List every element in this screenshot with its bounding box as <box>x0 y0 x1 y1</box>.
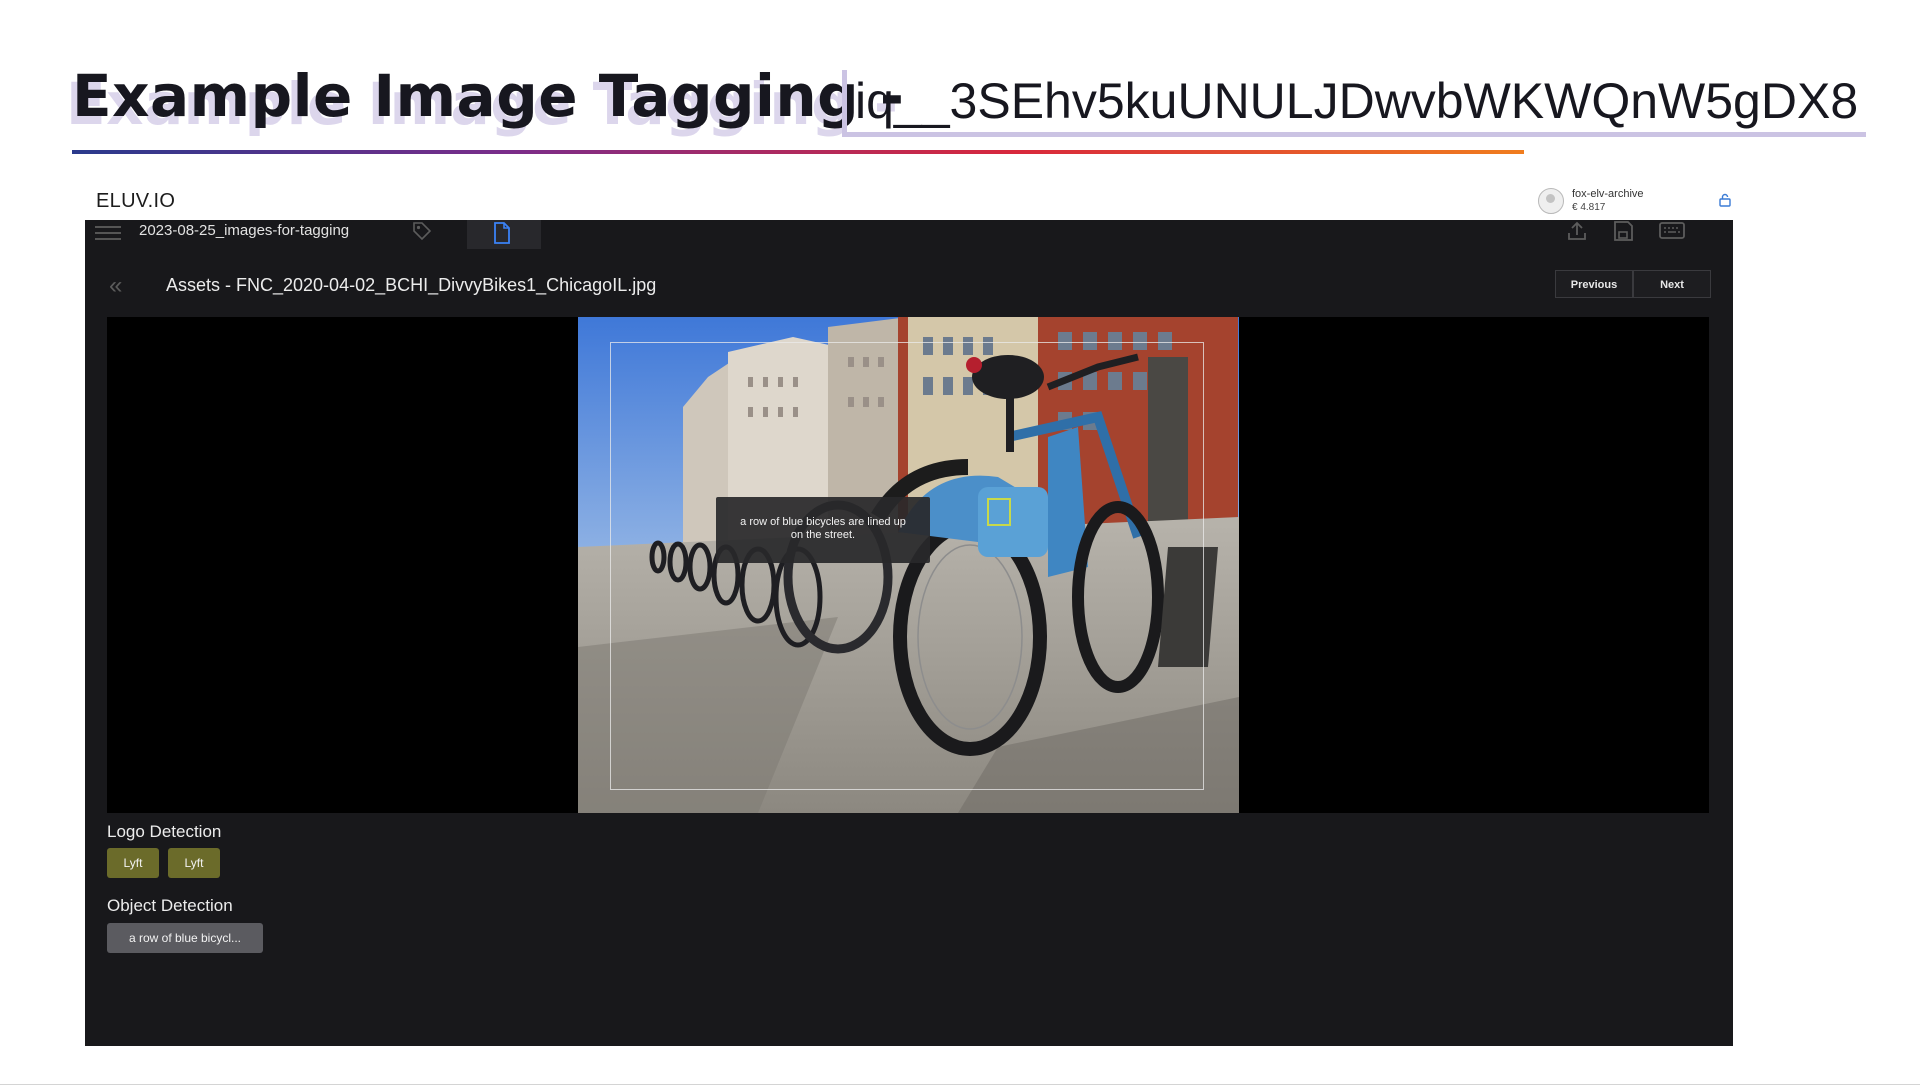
image-caption-tooltip: a row of blue bicycles are lined up on t… <box>716 497 930 563</box>
object-id: iq__3SEhv5kuUNULJDwvbWKWQnW5gDX8 <box>842 70 1867 137</box>
object-tag[interactable]: a row of blue bicycl... <box>107 923 263 953</box>
title-divider <box>72 150 1524 154</box>
account-name: fox-elv-archive <box>1572 188 1644 200</box>
app-toolbar: 2023-08-25_images-for-tagging <box>85 220 1733 250</box>
tab-files[interactable] <box>467 220 541 249</box>
slide-title-text: Example Image Tagging - <box>72 62 905 130</box>
back-icon[interactable]: « <box>109 272 122 300</box>
logo-tag[interactable]: Lyft <box>107 848 159 878</box>
library-name[interactable]: 2023-08-25_images-for-tagging <box>139 222 349 239</box>
upload-icon[interactable] <box>1565 220 1589 242</box>
file-icon <box>494 222 510 244</box>
brand-logo[interactable]: ELUV.IO <box>96 190 175 213</box>
object-detection-label: Object Detection <box>107 896 233 915</box>
asset-viewer-app: 2023-08-25_images-for-tagging « Assets -… <box>85 220 1733 1046</box>
bounding-box[interactable] <box>610 342 1204 790</box>
tag-icon[interactable] <box>411 220 433 242</box>
asset-title: Assets - FNC_2020-04-02_BCHI_DivvyBikes1… <box>166 275 657 295</box>
previous-button[interactable]: Previous <box>1555 270 1633 298</box>
keyboard-icon[interactable] <box>1658 220 1686 242</box>
next-button[interactable]: Next <box>1633 270 1711 298</box>
save-icon[interactable] <box>1611 220 1635 242</box>
lock-icon[interactable] <box>1718 193 1732 207</box>
logo-tag[interactable]: Lyft <box>168 848 220 878</box>
hamburger-icon[interactable] <box>95 222 121 244</box>
image-viewer: a row of blue bicycles are lined up on t… <box>107 317 1709 813</box>
account-balance: € 4.817 <box>1572 202 1606 213</box>
asset-header: « Assets - FNC_2020-04-02_BCHI_DivvyBike… <box>85 260 1733 310</box>
avatar-icon <box>1538 188 1564 214</box>
logo-detection-label: Logo Detection <box>107 822 222 841</box>
asset-image[interactable]: a row of blue bicycles are lined up on t… <box>578 317 1239 813</box>
